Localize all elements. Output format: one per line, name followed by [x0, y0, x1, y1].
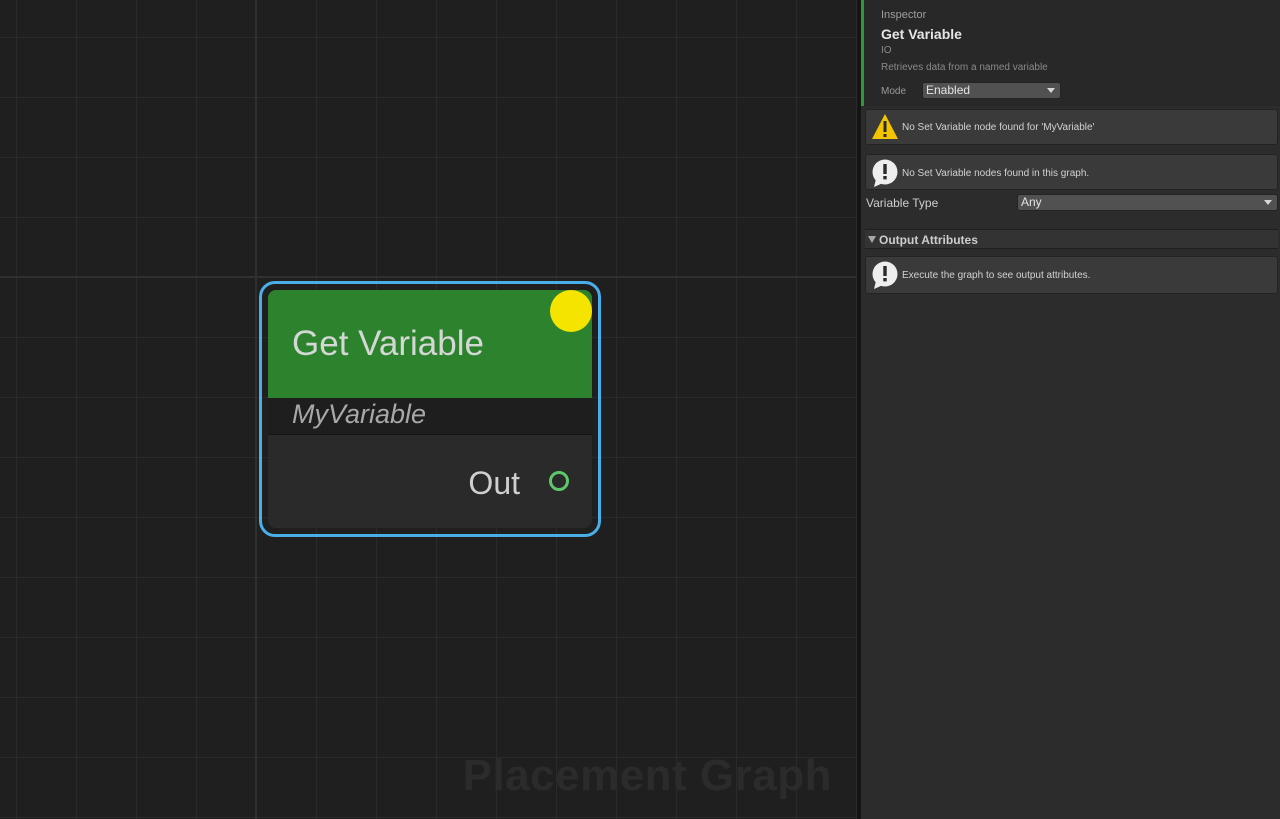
variable-type-dropdown[interactable]: Any	[1017, 194, 1278, 211]
inspector-header: Inspector Get Variable IO Retrieves data…	[861, 0, 1280, 106]
mode-label: Mode	[881, 86, 907, 97]
variable-type-dropdown-value: Any	[1021, 195, 1042, 209]
foldout-expanded-icon[interactable]	[868, 236, 876, 243]
warning-message: No Set Variable node found for 'MyVariab…	[902, 122, 1095, 133]
chevron-down-icon	[1047, 88, 1055, 93]
variable-type-label: Variable Type	[866, 196, 939, 210]
inspector-panel: Inspector Get Variable IO Retrieves data…	[861, 0, 1280, 819]
node-subtitle: MyVariable	[292, 399, 427, 429]
app-root: Get Variable MyVariable Out Placement Gr…	[0, 0, 1280, 819]
output-info-message: Execute the graph to see output attribut…	[902, 270, 1091, 281]
graph-watermark: Placement Graph	[462, 751, 832, 800]
output-pin-icon[interactable]	[549, 471, 569, 491]
node-warning-status-dot	[550, 290, 592, 332]
inspector-node-category: IO	[881, 45, 892, 56]
node-header[interactable]: Get Variable	[268, 290, 592, 398]
node-title: Get Variable	[292, 324, 484, 363]
info-help-box: No Set Variable nodes found in this grap…	[865, 154, 1278, 190]
get-variable-node[interactable]: Get Variable MyVariable Out	[259, 281, 601, 537]
info-icon	[872, 261, 898, 289]
graph-canvas[interactable]: Get Variable MyVariable Out Placement Gr…	[0, 0, 857, 819]
output-info-help-box: Execute the graph to see output attribut…	[865, 256, 1278, 294]
inspector-node-description: Retrieves data from a named variable	[881, 62, 1048, 73]
warning-icon	[872, 114, 898, 139]
node-pins-area: Out	[268, 435, 592, 528]
grid-axis-vertical	[255, 0, 257, 819]
mode-dropdown[interactable]: Enabled	[922, 82, 1061, 99]
output-attributes-foldout[interactable]: Output Attributes	[865, 229, 1278, 249]
output-pin-label: Out	[468, 465, 520, 501]
grid-axis-horizontal	[0, 276, 857, 278]
inspector-caption: Inspector	[881, 9, 927, 21]
node-subtitle-row: MyVariable	[268, 398, 592, 435]
info-message: No Set Variable nodes found in this grap…	[902, 168, 1090, 179]
warning-help-box: No Set Variable node found for 'MyVariab…	[865, 109, 1278, 145]
node-body-container: Get Variable MyVariable Out	[268, 290, 592, 528]
mode-dropdown-value: Enabled	[926, 83, 971, 97]
output-attributes-label: Output Attributes	[879, 233, 978, 247]
chevron-down-icon	[1264, 200, 1272, 205]
inspector-node-title: Get Variable	[881, 26, 962, 42]
info-icon	[872, 159, 898, 187]
